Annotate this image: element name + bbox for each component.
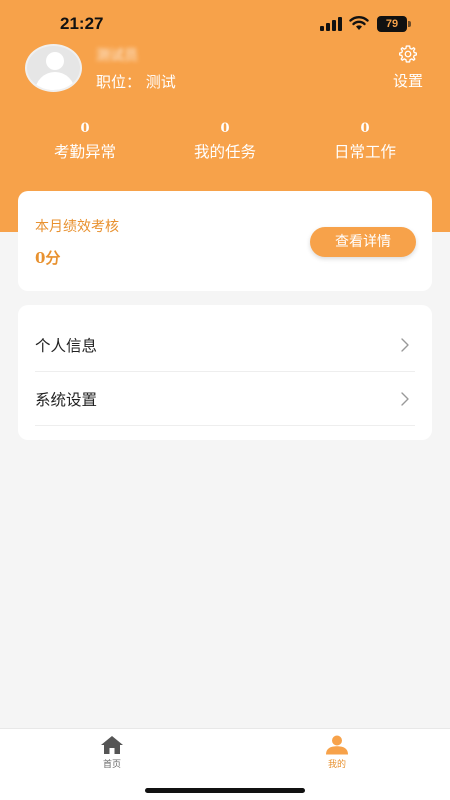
stat-label: 日常工作 bbox=[333, 143, 396, 161]
user-position: 职位： 测试 bbox=[96, 71, 176, 92]
battery-icon: 79 bbox=[377, 16, 411, 32]
performance-title: 本月绩效考核 bbox=[35, 219, 119, 235]
status-time: 21:27 bbox=[60, 14, 104, 33]
stat-value: 0 bbox=[80, 121, 90, 136]
performance-score: 0分 bbox=[35, 249, 61, 267]
menu-item-personal-info[interactable]: 个人信息 bbox=[35, 318, 415, 372]
tab-home[interactable]: 首页 bbox=[82, 735, 142, 770]
stat-label: 我的任务 bbox=[193, 143, 256, 161]
position-value: 测试 bbox=[145, 73, 176, 91]
settings-label: 设置 bbox=[392, 72, 423, 90]
stat-value: 0 bbox=[360, 121, 370, 136]
home-indicator bbox=[145, 788, 305, 793]
tab-mine[interactable]: 我的 bbox=[307, 735, 367, 770]
chevron-right-icon bbox=[401, 338, 409, 352]
chevron-right-icon bbox=[401, 392, 409, 406]
performance-card: 本月绩效考核 0分 查看详情 bbox=[18, 191, 432, 291]
stat-value: 0 bbox=[220, 121, 230, 136]
menu-item-system-settings[interactable]: 系统设置 bbox=[35, 372, 415, 426]
menu-card: 个人信息 系统设置 bbox=[18, 305, 432, 440]
stat-daily-work[interactable]: 0 日常工作 bbox=[305, 121, 425, 162]
status-bar: 21:27 79 bbox=[0, 0, 450, 48]
battery-level: 79 bbox=[377, 16, 407, 32]
tab-label: 首页 bbox=[102, 760, 121, 770]
avatar[interactable] bbox=[25, 44, 82, 92]
user-icon bbox=[326, 735, 348, 755]
tab-label: 我的 bbox=[327, 760, 346, 770]
menu-item-label: 个人信息 bbox=[35, 337, 98, 355]
cellular-signal-icon bbox=[320, 17, 342, 31]
stat-my-tasks[interactable]: 0 我的任务 bbox=[165, 121, 285, 162]
wifi-icon bbox=[349, 16, 369, 30]
gear-icon bbox=[399, 45, 417, 63]
stat-attendance-exceptions[interactable]: 0 考勤异常 bbox=[25, 121, 145, 162]
stat-label: 考勤异常 bbox=[53, 143, 116, 161]
position-label: 职位： bbox=[96, 73, 142, 91]
view-details-button[interactable]: 查看详情 bbox=[310, 227, 416, 257]
settings-button[interactable]: 设置 bbox=[386, 44, 430, 92]
menu-item-label: 系统设置 bbox=[35, 391, 98, 409]
user-name: 测试员 bbox=[96, 48, 138, 63]
home-icon bbox=[101, 736, 123, 754]
